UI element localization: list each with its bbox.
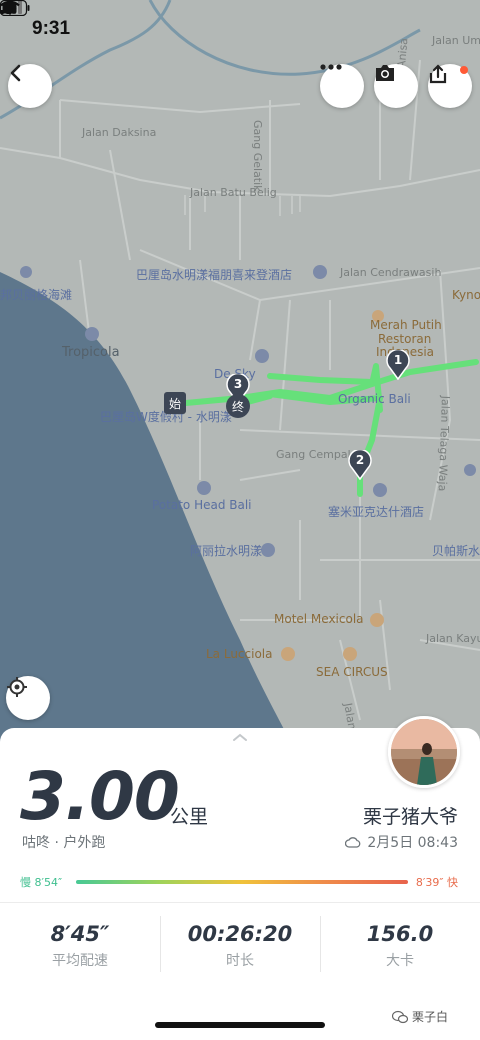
status-time: 9:31 xyxy=(32,18,71,39)
avatar-photo xyxy=(391,719,457,785)
more-button[interactable] xyxy=(320,64,364,108)
back-button[interactable] xyxy=(8,64,52,108)
map-label-jalan-cendrawasih: Jalan Cendrawasih xyxy=(340,266,442,279)
map-label-merah-putih: Merah Putih xyxy=(370,318,442,332)
stat-avg-pace: 8′45″ 平均配速 xyxy=(0,922,160,970)
map-label-tropicola: Tropicola xyxy=(62,345,120,360)
locate-button[interactable] xyxy=(6,676,50,720)
username: 栗子猪大爷 xyxy=(362,806,458,828)
summary-sheet: 3.00 公里 咕咚 · 户外跑 栗子猪大爷 2月5日 08:43 慢 8′54… xyxy=(0,716,480,1040)
map-label-sea-circus: SEA CIRCUS xyxy=(316,665,388,679)
map-label-belpas: 贝帕斯水 xyxy=(432,544,480,558)
wechat-icon xyxy=(392,1010,408,1023)
stat-duration-label: 时长 xyxy=(226,953,254,969)
cloud-icon xyxy=(345,836,361,848)
camera-icon xyxy=(376,65,394,81)
battery-icon xyxy=(0,0,30,16)
camera-button[interactable] xyxy=(374,64,418,108)
distance-value: 3.00 xyxy=(20,758,180,835)
map-label-jalan-kayu: Jalan Kayu xyxy=(426,632,480,645)
km-marker-1-label: 1 xyxy=(393,353,403,367)
map-label-kyno: Kyno xyxy=(452,288,480,302)
user-avatar[interactable] xyxy=(388,716,460,788)
distance-unit: 公里 xyxy=(170,806,209,828)
stat-calories-label: 大卡 xyxy=(386,953,414,969)
pace-slow-label: 慢 8′54″ xyxy=(20,876,63,889)
map-label-beach: 邦贝丽格海滩 xyxy=(0,288,73,302)
route-map[interactable]: Jalan Umalas 1 Jalan Daksina Gang Gelati… xyxy=(0,0,480,760)
watermark: 栗子白 xyxy=(392,1008,448,1025)
pace-fast-label: 8′39″ 快 xyxy=(415,876,458,889)
pace-gradient-bar xyxy=(76,880,408,884)
map-label-potato-head: Potato Head Bali xyxy=(152,498,252,512)
home-indicator[interactable] xyxy=(155,1022,325,1028)
map-label-hotel-pullman: 巴厘岛水明漾福朋喜来登酒店 xyxy=(136,268,293,282)
stat-avg-pace-label: 平均配速 xyxy=(52,953,108,969)
route-path xyxy=(172,359,479,497)
activity-datetime: 2月5日 08:43 xyxy=(345,832,458,852)
more-dots-icon xyxy=(320,64,342,70)
km-marker-2[interactable]: 2 xyxy=(348,450,372,480)
km-marker-1[interactable]: 1 xyxy=(386,350,410,380)
map-label-organic-bali: Organic Bali xyxy=(338,392,411,406)
chevron-up-icon[interactable] xyxy=(232,732,248,742)
map-label-restoran: Restoran xyxy=(378,332,432,346)
map-label-jalan-batu-belig: Jalan Batu Belig xyxy=(190,186,277,199)
watermark-text: 栗子白 xyxy=(412,1010,449,1024)
map-label-alila: 阿丽拉水明漾 xyxy=(190,544,263,558)
end-marker[interactable]: 终 xyxy=(226,394,250,418)
date-text: 2月5日 08:43 xyxy=(367,835,458,851)
chevron-left-icon xyxy=(10,64,21,82)
restaurant-icons xyxy=(281,310,384,661)
map-label-la-lucciola: La Lucciola xyxy=(206,647,273,661)
notification-dot xyxy=(460,66,468,74)
stat-calories-value: 156.0 xyxy=(366,922,434,946)
crosshair-icon xyxy=(7,677,27,697)
stat-duration-value: 00:26:20 xyxy=(187,922,293,946)
map-label-semiyak: 塞米亚克达什酒店 xyxy=(328,505,425,519)
km-marker-2-label: 2 xyxy=(355,453,365,467)
share-icon xyxy=(429,64,447,84)
activity-type: 咕咚 · 户外跑 xyxy=(22,835,106,851)
status-bar: 9:31 xyxy=(0,0,480,54)
stat-calories: 156.0 大卡 xyxy=(320,922,480,970)
map-label-gang-gelatik: Gang Gelatik xyxy=(251,120,264,192)
stat-avg-pace-value: 8′45″ xyxy=(50,922,110,946)
start-marker[interactable]: 始 xyxy=(164,392,186,414)
share-button[interactable] xyxy=(428,64,472,108)
km-marker-3-label: 3 xyxy=(233,377,243,391)
divider xyxy=(0,902,480,903)
stat-duration: 00:26:20 时长 xyxy=(160,922,320,970)
map-label-motel-mexicola: Motel Mexicola xyxy=(274,612,364,626)
map-label-jalan-daksina: Jalan Daksina xyxy=(82,126,157,139)
